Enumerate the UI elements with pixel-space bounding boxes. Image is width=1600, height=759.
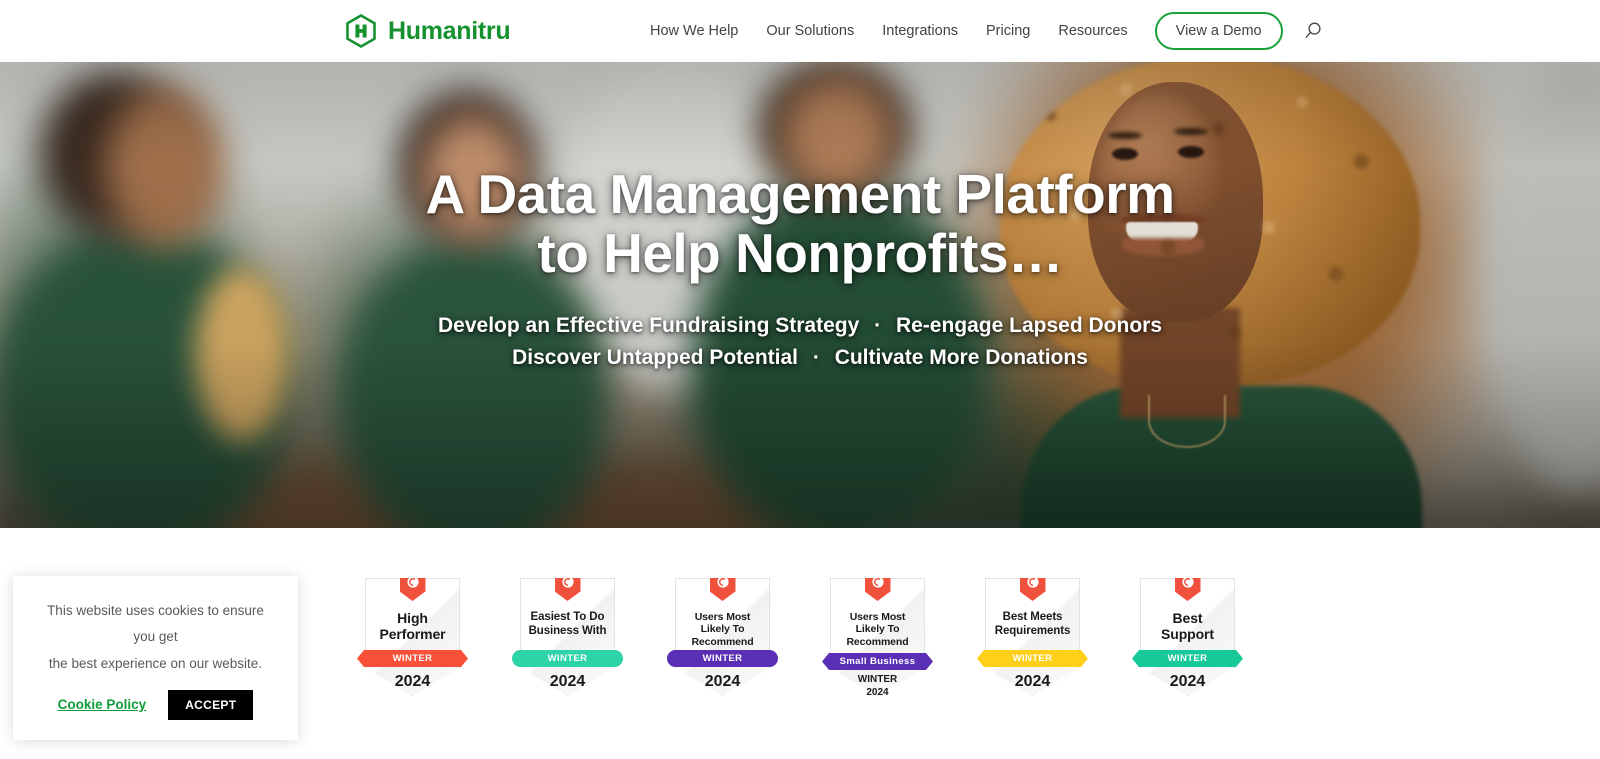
g2-badge[interactable]: High Performer WINTER 2024 (365, 578, 460, 696)
hero-subtitle-line-2: Discover Untapped Potential · Cultivate … (438, 342, 1162, 375)
accept-cookies-button[interactable]: ACCEPT (168, 689, 254, 720)
view-a-demo-button[interactable]: View a Demo (1154, 12, 1283, 50)
humanitru-hexagon-h-icon (343, 13, 379, 49)
badge-title: Users Most Likely To Recommend (846, 611, 909, 648)
g2-icon (399, 578, 426, 601)
badge-season: WINTER (857, 674, 898, 685)
logo-text: Humanitru (388, 16, 511, 45)
cookie-policy-link[interactable]: Cookie Policy (58, 697, 147, 712)
badge-title: Easiest To Do Business With (528, 611, 607, 637)
g2-icon (554, 578, 581, 601)
cookie-message-line-1: This website uses cookies to ensure you … (47, 603, 264, 645)
badge-title: High Performer (379, 610, 446, 642)
hero-title-line-2: to Help Nonprofits… (537, 222, 1063, 285)
hero-subtitle: Develop an Effective Fundraising Strateg… (438, 310, 1162, 375)
badge-year: 2024 (1169, 673, 1206, 690)
badge-year: 2024 (704, 673, 741, 690)
cookie-message-line-2: the best experience on our website. (48, 655, 263, 671)
badge-ribbon: WINTER (512, 650, 623, 667)
badge-ribbon: WINTER (357, 650, 468, 667)
site-header: Humanitru How We Help Our Solutions Inte… (0, 0, 1600, 62)
search-icon[interactable] (1302, 20, 1324, 42)
badge-title: Best Support (1161, 610, 1214, 642)
nav-item-how-we-help[interactable]: How We Help (650, 23, 752, 39)
g2-badge[interactable]: Users Most Likely To Recommend Small Busi… (830, 578, 925, 699)
badge-title: Users Most Likely To Recommend (691, 611, 754, 648)
separator-dot: · (812, 346, 820, 370)
g2-badge[interactable]: Users Most Likely To Recommend WINTER 2024 (667, 578, 778, 696)
nav-item-resources[interactable]: Resources (1044, 23, 1141, 39)
badge-ribbon: WINTER (667, 650, 778, 667)
badge-year: 2024 (394, 673, 431, 690)
badge-ribbon: WINTER (977, 650, 1088, 667)
page-title: A Data Management Platform to Help Nonpr… (425, 163, 1176, 285)
cookie-consent-banner: This website uses cookies to ensure you … (13, 576, 298, 740)
g2-icon (1174, 578, 1201, 601)
g2-icon (1019, 578, 1046, 601)
badge-year: 2024 (549, 673, 586, 690)
logo[interactable]: Humanitru (343, 13, 511, 49)
hero-benefit-3: Discover Untapped Potential (512, 346, 798, 370)
nav-item-our-solutions[interactable]: Our Solutions (752, 23, 868, 39)
main-navigation: How We Help Our Solutions Integrations P… (650, 0, 1324, 62)
hero-subtitle-line-1: Develop an Effective Fundraising Strateg… (438, 310, 1162, 343)
badge-year: 2024 (1014, 673, 1051, 690)
nav-item-integrations[interactable]: Integrations (868, 23, 972, 39)
g2-icon (709, 578, 736, 601)
g2-icon (864, 578, 891, 601)
nav-item-pricing[interactable]: Pricing (972, 23, 1044, 39)
badge-ribbon: WINTER (1132, 650, 1243, 667)
hero-benefit-1: Develop an Effective Fundraising Strateg… (437, 313, 860, 337)
hero-benefit-4: Cultivate More Donations (834, 346, 1088, 370)
g2-badge[interactable]: Best Support WINTER 2024 (1140, 578, 1235, 696)
badge-year: 2024 (866, 686, 889, 698)
badge-title: Best Meets Requirements (994, 611, 1071, 637)
g2-badge[interactable]: Easiest To Do Business With WINTER 2024 (512, 578, 623, 696)
cookie-message: This website uses cookies to ensure you … (35, 598, 276, 677)
separator-dot: · (874, 313, 882, 337)
hero-section: A Data Management Platform to Help Nonpr… (0, 62, 1600, 528)
g2-badge[interactable]: Best Meets Requirements WINTER 2024 (985, 578, 1080, 696)
badge-ribbon: Small Business (822, 653, 933, 670)
hero-title-line-1: A Data Management Platform (425, 163, 1176, 225)
badge-footer: WINTER 2024 (830, 674, 925, 699)
hero-benefit-2: Re-engage Lapsed Donors (895, 313, 1163, 337)
